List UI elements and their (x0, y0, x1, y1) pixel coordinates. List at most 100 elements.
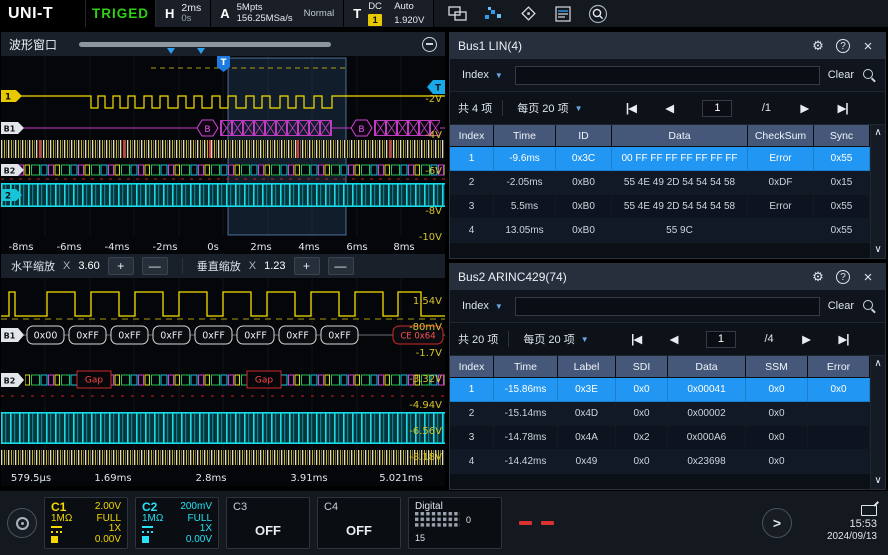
left-dial-button[interactable] (7, 508, 37, 538)
channel4-status-box[interactable]: C4 OFF (317, 497, 401, 549)
last-page-button[interactable]: ▶| (838, 101, 848, 115)
bus2-per-page-dropdown[interactable]: 每页 20 项 ▼ (519, 331, 592, 347)
svg-text:-2V: -2V (425, 94, 442, 105)
svg-text:-3.32V: -3.32V (409, 374, 442, 385)
b2-marker-label: B2 (4, 167, 16, 176)
help-icon[interactable]: ? (836, 270, 850, 284)
screenshot-icon[interactable] (861, 505, 877, 516)
last-page-button[interactable]: ▶| (838, 332, 848, 346)
zoom-out-icon[interactable] (422, 37, 437, 52)
hzoom-out-button[interactable]: — (142, 257, 168, 275)
page-input[interactable] (702, 100, 732, 117)
column-header: Index (450, 356, 494, 378)
trigger-settings-block[interactable]: T DC Auto 1 1.920V (344, 0, 434, 27)
table-row[interactable]: 1 -9.6ms 0x3C 00 FF FF FF FF FF FF FF Er… (450, 147, 870, 171)
xy-display-button[interactable] (516, 3, 540, 25)
bus2-clear-button[interactable]: Clear (828, 300, 854, 312)
bus1-table: Index Time ID Data CheckSum Sync 1 -9.6m… (450, 125, 870, 258)
dc-coupling-icon (142, 526, 153, 533)
search-tool-icon (587, 4, 609, 24)
channel1-status-box[interactable]: C1 2.00V 1MΩ FULL 1X 0.00V (44, 497, 128, 549)
bus1-per-page-dropdown[interactable]: 每页 20 项 ▼ (513, 100, 586, 116)
search-icon[interactable] (862, 299, 877, 314)
prev-page-button[interactable]: ◀ (670, 332, 678, 346)
gear-icon[interactable]: ⚙ (809, 268, 827, 286)
math-fft-icon (483, 5, 503, 23)
dc-coupling-icon (51, 526, 62, 533)
help-icon[interactable]: ? (836, 39, 850, 53)
close-icon[interactable]: × (859, 268, 877, 286)
next-page-button[interactable]: ▶ (802, 332, 810, 346)
zoom-waveform-display[interactable]: 0x00 0xFF 0xFF 0xFF 0xFF 0xFF 0xFF 0xFF (1, 278, 445, 486)
table-cell: 0x000A6 (668, 426, 746, 450)
zoom-controls-bar: 水平缩放 X 3.60 + — 垂直缩放 X 1.23 + — (1, 254, 445, 278)
table-row[interactable]: 3 -14.78ms 0x4A 0x2 0x000A6 0x0 (450, 426, 870, 450)
close-icon[interactable]: × (859, 37, 877, 55)
scroll-down-icon[interactable]: ∨ (874, 476, 881, 486)
measure-list-button[interactable] (551, 3, 575, 25)
table-row[interactable]: 4 -14.42ms 0x49 0x0 0x23698 0x0 (450, 450, 870, 474)
gear-icon[interactable]: ⚙ (809, 37, 827, 55)
bus2-search-field-dropdown[interactable]: Index ▼ (458, 300, 507, 312)
display-windows-button[interactable] (446, 3, 470, 25)
expand-menu-button[interactable]: > (762, 508, 792, 538)
b1-value: 0xFF (76, 331, 99, 342)
table-cell: 0x0 (616, 450, 668, 474)
scroll-up-icon[interactable]: ∧ (874, 359, 881, 369)
table-cell (808, 402, 870, 426)
first-page-button[interactable]: |◀ (631, 332, 641, 346)
bus2-table-header: Index Time Label SDI Data SSM Error (450, 356, 870, 378)
vzoom-out-button[interactable]: — (328, 257, 354, 275)
table-row[interactable]: 4 13.05ms 0xB0 55 9C 0x55 (450, 219, 870, 243)
zoom-region-marker[interactable] (197, 48, 205, 54)
divider (502, 100, 503, 116)
acquire-settings-block[interactable]: A 5Mpts 156.25MSa/s Normal (211, 0, 344, 27)
table-row[interactable]: 2 -2.05ms 0xB0 55 4E 49 2D 54 54 54 58 0… (450, 171, 870, 195)
scroll-down-icon[interactable]: ∨ (874, 245, 881, 255)
page-input[interactable] (706, 331, 736, 348)
table-cell: 0x4A (558, 426, 616, 450)
zoom-region-marker[interactable] (167, 48, 175, 54)
gap-label: Gap (85, 376, 103, 386)
math-fft-button[interactable] (481, 3, 505, 25)
first-page-button[interactable]: |◀ (626, 101, 636, 115)
next-page-button[interactable]: ▶ (800, 101, 808, 115)
search-tool-button[interactable] (586, 3, 610, 25)
bus1-clear-button[interactable]: Clear (828, 69, 854, 81)
table-row[interactable]: 2 -15.14ms 0x4D 0x0 0x00002 0x0 (450, 402, 870, 426)
datetime-area[interactable]: 15:53 2024/09/13 (827, 505, 877, 542)
bus1-title: Bus1 LIN(4) (458, 39, 800, 53)
table-row[interactable]: 3 5.5ms 0xB0 55 4E 49 2D 54 54 54 58 Err… (450, 195, 870, 219)
zoom-map-track[interactable] (79, 42, 331, 47)
svg-text:0s: 0s (207, 242, 219, 253)
scroll-up-icon[interactable]: ∧ (874, 128, 881, 138)
channel3-status-box[interactable]: C3 OFF (226, 497, 310, 549)
bus2-scrollbar[interactable]: ∧ ∨ (870, 356, 885, 489)
table-cell: 2 (450, 402, 494, 426)
main-area: 波形窗口 (0, 28, 888, 490)
table-cell: 0x00002 (668, 402, 746, 426)
channel2-status-box[interactable]: C2 200mV 1MΩ FULL 1X 0.00V (135, 497, 219, 549)
vzoom-in-button[interactable]: + (294, 257, 320, 275)
column-header: Data (668, 356, 746, 378)
bus1-search-input[interactable] (515, 66, 820, 85)
main-waveform-display[interactable]: B B (1, 56, 445, 254)
horizontal-key-label: H (165, 6, 174, 21)
digital-status-box[interactable]: Digital 0 15 (408, 497, 502, 549)
bus1-search-field-dropdown[interactable]: Index ▼ (458, 69, 507, 81)
search-icon[interactable] (862, 68, 877, 83)
column-header: SDI (616, 356, 668, 378)
bus2-search-input[interactable] (515, 297, 820, 316)
bus1-scrollbar[interactable]: ∧ ∨ (870, 125, 885, 258)
prev-page-button[interactable]: ◀ (665, 101, 673, 115)
table-cell: 0x4D (558, 402, 616, 426)
bus1-search-row: Index ▼ Clear (450, 59, 885, 92)
divider (182, 258, 183, 274)
table-cell: 4 (450, 450, 494, 474)
table-row[interactable]: 1 -15.86ms 0x3E 0x0 0x00041 0x0 0x0 (450, 378, 870, 402)
hzoom-in-button[interactable]: + (108, 257, 134, 275)
column-header: Data (612, 125, 748, 147)
horizontal-settings-block[interactable]: H 2ms 0s (156, 0, 211, 27)
channel1-probe: 1X (109, 524, 121, 534)
b1-value: 0xFF (202, 331, 225, 342)
